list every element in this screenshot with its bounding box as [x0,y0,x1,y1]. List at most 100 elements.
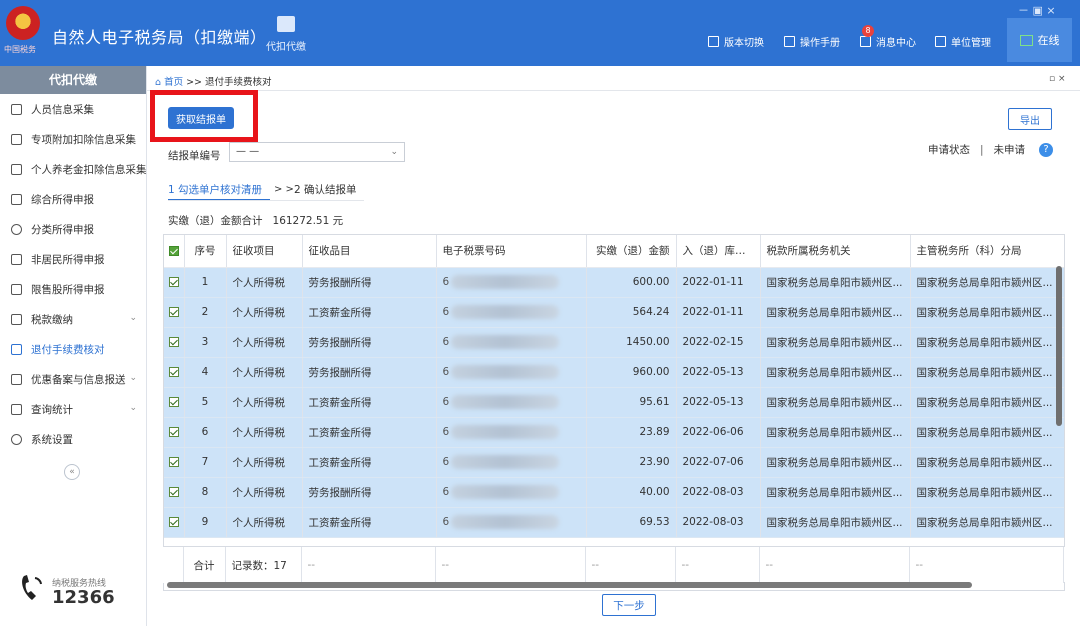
cell-date: 2022-01-11 [676,297,761,328]
doc-icon [11,343,22,355]
table-row[interactable]: 6 个人所得税 工资薪金所得 6 23.89 2022-06-06 国家税务总局阜阳市颍州区… [164,417,1064,448]
nav-tab-withholding[interactable]: 代扣代缴 [262,16,310,53]
panel-window-controls[interactable]: ▫ × [1049,74,1066,84]
status-value: 未申请 [993,144,1026,156]
ticket-prefix: 6 [442,426,450,438]
unit-management-button[interactable]: 单位管理 [935,34,991,49]
sidebar-item-comprehensive-income[interactable]: 综合所得申报 [0,184,146,214]
cell-ticket: 6 [436,387,587,418]
table-row[interactable]: 4 个人所得税 劳务报酬所得 6 960.00 2022-05-13 国家税务总局阜阳市颍州… [164,357,1064,388]
cell-no: 8 [184,477,227,508]
cell-subitem: 劳务报酬所得 [302,357,437,388]
ticket-prefix: 6 [442,336,450,348]
cell-amount: 40.00 [586,477,677,508]
sidebar-item-label: 非居民所得申报 [31,253,105,266]
row-checkbox[interactable] [164,507,185,538]
row-checkbox[interactable] [164,357,185,388]
redacted-blur [451,485,560,499]
checkbox-checked-icon [168,277,179,287]
column-header: 主管税务所（科）分局 [910,235,1064,268]
report-no-label: 结报单编号 [168,150,221,162]
checkbox-checked-icon [168,337,179,347]
sidebar-item-restricted-shares[interactable]: 限售股所得申报 [0,274,146,304]
cell-item: 个人所得税 [226,297,303,328]
manual-label: 操作手册 [800,38,840,49]
help-icon[interactable]: ? [1039,142,1054,157]
redacted-blur [451,275,560,289]
cell-office: 国家税务总局阜阳市颍州区... [760,267,911,298]
table-row[interactable]: 1 个人所得税 劳务报酬所得 6 600.00 2022-01-11 国家税务总局阜阳市颍州… [164,267,1064,298]
app-title: 自然人电子税务局（扣缴端） [52,28,267,47]
checkbox-checked-icon [168,245,179,256]
window-controls[interactable]: － ▣ × [1018,2,1056,18]
table-row[interactable]: 3 个人所得税 劳务报酬所得 6 1450.00 2022-02-15 国家税务总局阜阳市颍… [164,327,1064,358]
ticket-prefix: 6 [442,276,450,288]
next-step-button[interactable]: 下一步 [602,594,656,616]
summary-record-count: 记录数：17 [225,547,302,583]
sidebar-item-query-stats[interactable]: 查询统计 ⌄ [0,394,146,424]
cell-date: 2022-08-03 [676,507,761,538]
sidebar-item-person-info[interactable]: 人员信息采集 [0,94,146,124]
column-header: 征收品目 [302,235,437,268]
select-all-checkbox[interactable] [164,235,185,268]
sidebar-item-tax-payment[interactable]: 税款缴纳 ⌄ [0,304,146,334]
table-row[interactable]: 9 个人所得税 工资薪金所得 6 69.53 2022-08-03 国家税务总局阜阳市颍州区… [164,507,1064,538]
summary-dash: -- [301,547,436,583]
export-button[interactable]: 导出 [1008,108,1052,130]
report-no-select[interactable]: — — ⌄ [229,142,405,162]
sidebar-item-classified-income[interactable]: 分类所得申报 [0,214,146,244]
status-label: 申请状态 [928,144,970,156]
card-icon [11,163,22,175]
sidebar-item-fee-refund-check[interactable]: 退付手续费核对 [0,334,146,364]
step-2-tab[interactable]: 2 确认结报单 [294,182,357,197]
user-icon [11,253,22,265]
sidebar-item-nonresident-income[interactable]: 非居民所得申报 [0,244,146,274]
cell-no: 7 [184,447,227,478]
summary-row: 合计 记录数：17 -- -- -- -- -- -- [163,546,1065,583]
row-checkbox[interactable] [164,417,185,448]
cell-subitem: 工资薪金所得 [302,387,437,418]
cell-branch: 国家税务总局阜阳市颍州区... [910,327,1064,358]
sidebar-item-preferential-filing[interactable]: 优惠备案与信息报送 ⌄ [0,364,146,394]
sidebar-item-system-settings[interactable]: 系统设置 [0,424,146,454]
checkbox-checked-icon [168,367,179,377]
cell-branch: 国家税务总局阜阳市颍州区... [910,417,1064,448]
row-checkbox[interactable] [164,387,185,418]
cell-amount: 564.24 [586,297,677,328]
breadcrumb-home[interactable]: 首页 [164,77,183,88]
breadcrumb-current: 退付手续费核对 [205,77,272,88]
online-status-button[interactable]: 在线 [1007,18,1072,62]
chevron-down-icon: ⌄ [129,373,137,383]
table-row[interactable]: 2 个人所得税 工资薪金所得 6 564.24 2022-01-11 国家税务总局阜阳市颍州… [164,297,1064,328]
cell-no: 5 [184,387,227,418]
sidebar-item-pension-deduction[interactable]: 个人养老金扣除信息采集 [0,154,147,184]
cell-subitem: 工资薪金所得 [302,507,437,538]
row-checkbox[interactable] [164,327,185,358]
cell-date: 2022-05-13 [676,387,761,418]
step-1-tab[interactable]: 1 勾选单户核对清册 [168,182,262,197]
top-header: 中国税务 自然人电子税务局（扣缴端） 代扣代缴 版本切换 操作手册 消息中心 8… [0,0,1080,66]
table-row[interactable]: 5 个人所得税 工资薪金所得 6 95.61 2022-05-13 国家税务总局阜阳市颍州区… [164,387,1064,418]
checkbox-checked-icon [168,307,179,317]
cell-item: 个人所得税 [226,447,303,478]
manual-button[interactable]: 操作手册 [784,34,840,49]
table-row[interactable]: 7 个人所得税 工资薪金所得 6 23.90 2022-07-06 国家税务总局阜阳市颍州区… [164,447,1064,478]
redacted-blur [451,425,560,439]
table-row[interactable]: 8 个人所得税 劳务报酬所得 6 40.00 2022-08-03 国家税务总局阜阳市颍州区… [164,477,1064,508]
redacted-blur [451,365,560,379]
row-checkbox[interactable] [164,297,185,328]
row-checkbox[interactable] [164,477,185,508]
logo-caption: 中国税务 [4,45,36,54]
horizontal-scrollbar[interactable] [167,582,972,588]
row-checkbox[interactable] [164,447,185,478]
version-switch-button[interactable]: 版本切换 [708,34,764,49]
sidebar-title: 代扣代缴 [0,66,146,94]
vertical-scrollbar[interactable] [1056,266,1062,426]
row-checkbox[interactable] [164,267,185,298]
cell-amount: 600.00 [586,267,677,298]
cell-item: 个人所得税 [226,507,303,538]
chevron-down-icon: ⌄ [129,313,137,323]
ticket-prefix: 6 [442,486,450,498]
sidebar-item-special-deduction[interactable]: 专项附加扣除信息采集 [0,124,146,154]
sidebar-collapse-button[interactable]: « [64,464,80,480]
